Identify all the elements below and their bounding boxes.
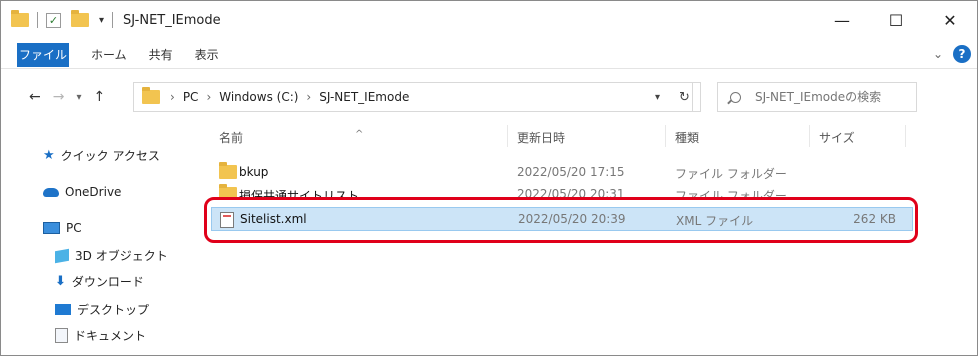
folder-icon	[11, 10, 29, 27]
breadcrumb-separator[interactable]: ›	[170, 90, 175, 104]
file-type: XML ファイル	[676, 214, 754, 228]
expand-ribbon-chevron-icon[interactable]: ⌄	[933, 47, 943, 61]
nav-item-pc[interactable]: PC	[43, 221, 82, 235]
column-divider[interactable]	[905, 125, 906, 147]
address-row: ← → ▾ ↑ › PC › Windows (C:) › SJ-NET_IEm…	[1, 73, 977, 121]
column-divider[interactable]	[809, 125, 810, 147]
cloud-icon	[43, 187, 59, 197]
file-row[interactable]: 損保共通サイトリスト 2022/05/20 20:31 ファイル フォルダー	[211, 183, 913, 197]
nav-item-label: ダウンロード	[71, 275, 144, 289]
star-icon: ★	[43, 148, 55, 163]
column-header-type[interactable]: 種類	[675, 129, 699, 146]
tab-home[interactable]: ホーム	[91, 46, 127, 63]
file-size: 262 KB	[853, 212, 896, 226]
maximize-button[interactable]: ☐	[869, 1, 923, 39]
navigation-pane: ★ クイック アクセス OneDrive PC 3D オブジェクト ⬇ ダウンロ…	[1, 121, 191, 357]
file-row-selected[interactable]: Sitelist.xml 2022/05/20 20:39 XML ファイル 2…	[211, 207, 913, 231]
divider	[37, 12, 38, 28]
download-icon: ⬇	[55, 274, 66, 289]
file-name: bkup	[239, 165, 269, 179]
file-date: 2022/05/20 17:15	[517, 165, 625, 179]
column-header-size[interactable]: サイズ	[819, 129, 855, 146]
tab-share[interactable]: 共有	[149, 46, 173, 63]
column-divider[interactable]	[507, 125, 508, 147]
nav-item-quick-access[interactable]: ★ クイック アクセス	[43, 147, 160, 164]
file-name: 損保共通サイトリスト	[239, 189, 360, 197]
recent-locations-dropdown[interactable]: ▾	[76, 92, 81, 103]
xml-file-icon	[220, 212, 234, 228]
search-input[interactable]	[755, 90, 905, 104]
document-icon	[55, 328, 68, 343]
file-type: ファイル フォルダー	[675, 167, 787, 181]
nav-item-label: デスクトップ	[77, 303, 150, 317]
properties-check-icon[interactable]: ✓	[46, 12, 61, 28]
column-header-date[interactable]: 更新日時	[517, 129, 565, 146]
new-folder-icon[interactable]	[71, 10, 89, 27]
folder-icon	[219, 162, 237, 179]
nav-item-downloads[interactable]: ⬇ ダウンロード	[55, 273, 144, 290]
address-history-dropdown[interactable]: ▾	[655, 92, 660, 103]
column-headers: ^ 名前 更新日時 種類 サイズ	[1, 123, 977, 149]
file-date: 2022/05/20 20:39	[518, 212, 626, 226]
close-button[interactable]: ✕	[923, 1, 977, 39]
column-header-name[interactable]: 名前	[219, 129, 243, 146]
explorer-window: ✓ ▾ SJ-NET_IEmode — ☐ ✕ ファイル ホーム 共有 表示 ⌄…	[0, 0, 978, 356]
navigation-buttons: ← → ▾ ↑	[29, 89, 105, 105]
minimize-button[interactable]: —	[815, 1, 869, 39]
folder-icon	[219, 184, 237, 197]
nav-item-documents[interactable]: ドキュメント	[55, 327, 146, 344]
forward-button[interactable]: →	[53, 89, 65, 105]
nav-item-desktop[interactable]: デスクトップ	[55, 301, 149, 318]
back-button[interactable]: ←	[29, 89, 41, 105]
nav-item-label: OneDrive	[65, 185, 122, 199]
ribbon-tabs: ファイル ホーム 共有 表示 ⌄ ?	[1, 41, 977, 69]
tab-file[interactable]: ファイル	[17, 42, 69, 67]
column-divider[interactable]	[665, 125, 666, 147]
search-box[interactable]	[717, 82, 917, 112]
refresh-button[interactable]: ↻	[669, 82, 701, 112]
nav-item-label: クイック アクセス	[60, 149, 160, 163]
quick-access-toolbar: ✓ ▾	[11, 10, 117, 28]
nav-item-3d-objects[interactable]: 3D オブジェクト	[55, 247, 168, 264]
folder-icon	[142, 87, 160, 104]
breadcrumb-separator[interactable]: ›	[306, 90, 311, 104]
file-type: ファイル フォルダー	[675, 189, 787, 197]
nav-item-label: PC	[66, 221, 82, 235]
nav-item-label: ドキュメント	[74, 329, 147, 343]
customize-toolbar-dropdown[interactable]: ▾	[99, 15, 104, 26]
nav-item-label: 3D オブジェクト	[75, 249, 168, 263]
breadcrumb-pc[interactable]: PC	[183, 90, 199, 104]
divider	[112, 12, 114, 28]
help-icon[interactable]: ?	[953, 45, 971, 63]
address-bar[interactable]: › PC › Windows (C:) › SJ-NET_IEmode ▾	[133, 82, 693, 112]
nav-item-onedrive[interactable]: OneDrive	[43, 185, 121, 199]
search-icon	[730, 91, 741, 103]
breadcrumb-sj-net[interactable]: SJ-NET_IEmode	[319, 90, 409, 104]
ribbon-right: ⌄ ?	[933, 45, 971, 63]
breadcrumb-separator[interactable]: ›	[206, 90, 211, 104]
file-date: 2022/05/20 20:31	[517, 187, 625, 197]
breadcrumb-windows-c[interactable]: Windows (C:)	[219, 90, 298, 104]
cube-icon	[55, 248, 69, 263]
window-title: SJ-NET_IEmode	[123, 12, 221, 28]
up-button[interactable]: ↑	[94, 89, 106, 105]
pc-icon	[43, 222, 60, 234]
breadcrumb: › PC › Windows (C:) › SJ-NET_IEmode	[170, 90, 409, 104]
window-controls: — ☐ ✕	[815, 1, 977, 39]
tab-view[interactable]: 表示	[195, 46, 219, 63]
desktop-icon	[55, 304, 71, 315]
title-bar: ✓ ▾ SJ-NET_IEmode — ☐ ✕	[1, 1, 977, 39]
file-name: Sitelist.xml	[240, 212, 307, 226]
file-row[interactable]: bkup 2022/05/20 17:15 ファイル フォルダー	[211, 161, 913, 185]
sort-indicator-icon: ^	[355, 129, 364, 140]
